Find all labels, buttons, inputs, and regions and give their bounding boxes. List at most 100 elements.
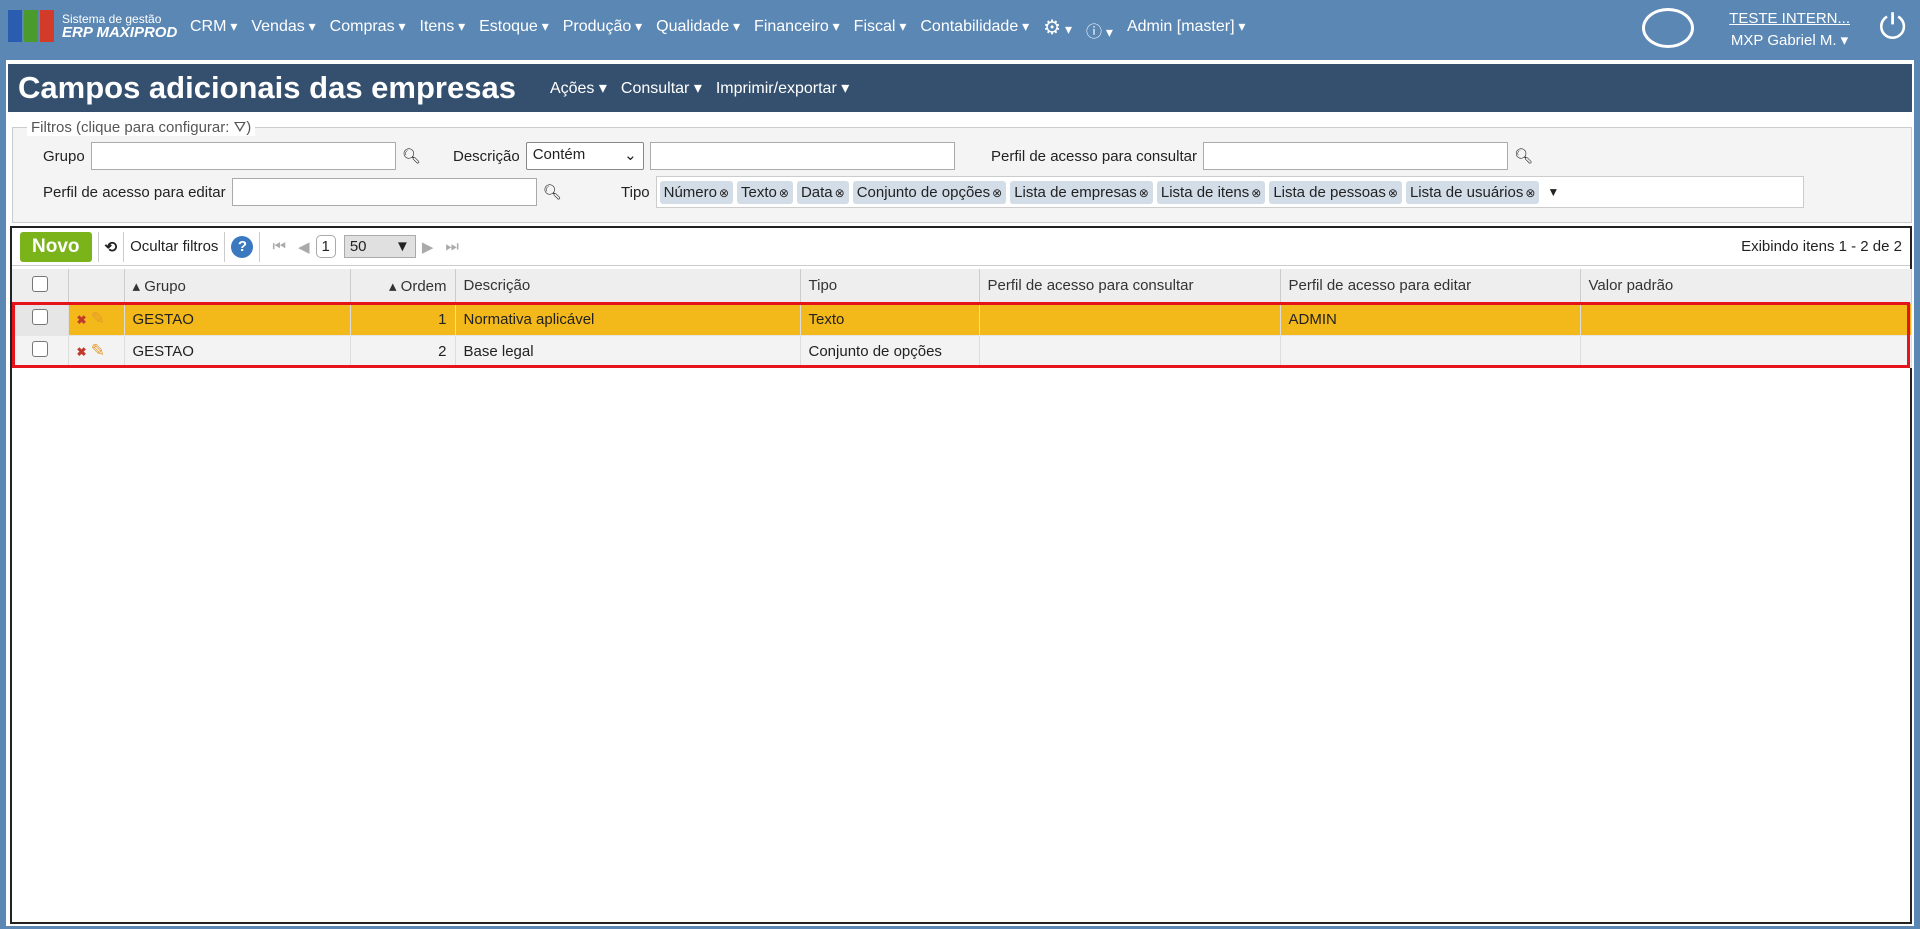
- tipo-tag[interactable]: Lista de empresas ⊗: [1010, 180, 1153, 204]
- filters-legend-text: Filtros (clique para configurar:: [31, 119, 230, 136]
- tag-label: Texto: [741, 183, 777, 201]
- first-page-icon[interactable]: ⏮: [272, 238, 286, 255]
- menu-qualidade[interactable]: Qualidade: [656, 18, 740, 42]
- highlight-box: [12, 302, 1910, 368]
- filters-panel: Filtros (clique para configurar: ⛛) Grup…: [12, 119, 1912, 223]
- page-frame: Campos adicionais das empresas Ações Con…: [6, 60, 1914, 926]
- tipo-tag[interactable]: Lista de pessoas ⊗: [1269, 180, 1402, 204]
- chat-bubble-icon[interactable]: [1642, 8, 1694, 48]
- grupo-input[interactable]: [90, 142, 396, 170]
- col-valor-padrao[interactable]: Valor padrão: [1580, 269, 1912, 304]
- col-ordem[interactable]: ▴ Ordem: [350, 269, 456, 304]
- col-label: Ordem: [400, 277, 447, 295]
- perfil-consultar-input[interactable]: [1202, 142, 1508, 170]
- remove-icon[interactable]: ⊗: [1251, 186, 1261, 200]
- page-number[interactable]: 1: [315, 235, 336, 258]
- tipo-tag[interactable]: Data ⊗: [796, 180, 849, 204]
- perfil-editar-input[interactable]: [231, 178, 537, 206]
- remove-icon[interactable]: ⊗: [779, 186, 789, 200]
- refresh-icon[interactable]: ⟲: [105, 238, 118, 256]
- search-icon[interactable]: 🔍︎: [402, 147, 421, 165]
- top-bar: Sistema de gestãoERP MAXIPROD CRM Vendas…: [0, 0, 1920, 60]
- grupo-label: Grupo: [43, 147, 85, 165]
- menu-estoque[interactable]: Estoque: [479, 18, 549, 42]
- menu-contabilidade[interactable]: Contabilidade: [920, 18, 1029, 42]
- descricao-operator-select[interactable]: Contém ⌄: [525, 142, 644, 170]
- power-icon[interactable]: ⏻: [1879, 10, 1906, 44]
- menu-consultar[interactable]: Consultar: [621, 78, 702, 98]
- menu-admin[interactable]: Admin [master]: [1127, 18, 1246, 42]
- caret-down-icon[interactable]: ▼: [1547, 185, 1559, 199]
- menu-compras[interactable]: Compras: [330, 18, 406, 42]
- header-row: ▴ Grupo ▴ Ordem Descrição Tipo Perfil de…: [12, 269, 1912, 304]
- logo[interactable]: Sistema de gestão ERP MAXIPROD: [8, 10, 177, 42]
- page-header: Campos adicionais das empresas Ações Con…: [8, 64, 1912, 112]
- remove-icon[interactable]: ⊗: [992, 186, 1002, 200]
- tag-label: Lista de pessoas: [1273, 183, 1386, 201]
- menu-producao[interactable]: Produção: [563, 18, 642, 42]
- tipo-tag[interactable]: Lista de usuários ⊗: [1405, 180, 1540, 204]
- grid-toolbar: Novo ⟲ Ocultar filtros ? ⏮ ◀ 1 50 ▼ ▶ ⏭ E…: [12, 228, 1910, 266]
- remove-icon[interactable]: ⊗: [835, 186, 845, 200]
- descricao-input[interactable]: [649, 142, 955, 170]
- chevron-down-icon: ⌄: [624, 147, 637, 164]
- tipo-multiselect[interactable]: Número ⊗ Texto ⊗ Data ⊗ Conjunto de opções ⊗…: [655, 176, 1804, 208]
- last-page-icon[interactable]: ⏭: [445, 238, 459, 255]
- col-grupo[interactable]: ▴ Grupo: [124, 269, 351, 304]
- tipo-label: Tipo: [621, 183, 650, 201]
- actions-header: [68, 269, 125, 304]
- tag-label: Lista de usuários: [1409, 183, 1524, 201]
- search-icon[interactable]: 🔍︎: [543, 183, 562, 201]
- descricao-label: Descrição: [453, 147, 520, 165]
- menu-acoes[interactable]: Ações: [550, 78, 607, 98]
- user-name: MXP Gabriel M.: [1730, 32, 1837, 49]
- page-title: Campos adicionais das empresas: [18, 70, 516, 105]
- perfil-editar-label: Perfil de acesso para editar: [43, 183, 226, 201]
- tag-label: Lista de empresas: [1014, 183, 1137, 201]
- logo-line2: ERP MAXIPROD: [62, 24, 178, 41]
- col-perfil-editar[interactable]: Perfil de acesso para editar: [1280, 269, 1581, 304]
- menu-fiscal[interactable]: Fiscal: [854, 18, 907, 42]
- company-link[interactable]: TESTE INTERN...: [1729, 10, 1850, 27]
- tipo-tag[interactable]: Lista de itens ⊗: [1156, 180, 1266, 204]
- col-perfil-consultar[interactable]: Perfil de acesso para consultar: [979, 269, 1281, 304]
- col-tipo[interactable]: Tipo: [800, 269, 980, 304]
- novo-button[interactable]: Novo: [20, 231, 92, 262]
- caret-down-icon: ▼: [394, 238, 410, 255]
- menu-imprimir-exportar[interactable]: Imprimir/exportar: [716, 78, 849, 98]
- tipo-tag[interactable]: Texto ⊗: [737, 180, 793, 204]
- ocultar-filtros-button[interactable]: Ocultar filtros: [130, 238, 218, 255]
- tipo-tag[interactable]: Número ⊗: [659, 180, 734, 204]
- tipo-tag[interactable]: Conjunto de opções ⊗: [852, 180, 1007, 204]
- help-icon[interactable]: ?: [231, 235, 254, 258]
- page-size-value: 50: [349, 238, 367, 255]
- select-all-checkbox[interactable]: [31, 275, 48, 292]
- menu-vendas[interactable]: Vendas: [251, 18, 315, 42]
- next-page-icon[interactable]: ▶: [422, 238, 434, 256]
- item-count: Exibindo itens 1 - 2 de 2: [1741, 238, 1902, 255]
- col-descricao[interactable]: Descrição: [455, 269, 801, 304]
- perfil-consultar-label: Perfil de acesso para consultar: [991, 147, 1197, 165]
- menu-crm[interactable]: CRM: [190, 18, 237, 42]
- filter-funnel-icon[interactable]: ⛛: [234, 119, 247, 136]
- col-label: Grupo: [144, 277, 186, 295]
- tag-label: Data: [800, 183, 833, 201]
- menu-itens[interactable]: Itens: [420, 18, 466, 42]
- menu-financeiro[interactable]: Financeiro: [754, 18, 840, 42]
- remove-icon[interactable]: ⊗: [1388, 186, 1398, 200]
- main-menu: CRM Vendas Compras Itens Estoque Produçã…: [190, 15, 1246, 42]
- tag-label: Número: [663, 183, 717, 201]
- user-menu[interactable]: MXP Gabriel M. ▾: [1729, 30, 1850, 52]
- remove-icon[interactable]: ⊗: [1139, 186, 1149, 200]
- remove-icon[interactable]: ⊗: [1525, 186, 1535, 200]
- search-icon[interactable]: 🔍︎: [1514, 147, 1533, 165]
- tag-label: Lista de itens: [1160, 183, 1250, 201]
- remove-icon[interactable]: ⊗: [719, 186, 729, 200]
- gear-icon[interactable]: ⚙: [1043, 15, 1072, 42]
- prev-page-icon[interactable]: ◀: [298, 238, 310, 256]
- help-circle-icon[interactable]: ⓘ: [1086, 18, 1113, 42]
- filters-legend-end: ): [246, 119, 252, 136]
- tag-label: Conjunto de opções: [856, 183, 991, 201]
- filters-legend[interactable]: Filtros (clique para configurar: ⛛): [27, 119, 256, 136]
- page-size-select[interactable]: 50 ▼: [343, 235, 416, 258]
